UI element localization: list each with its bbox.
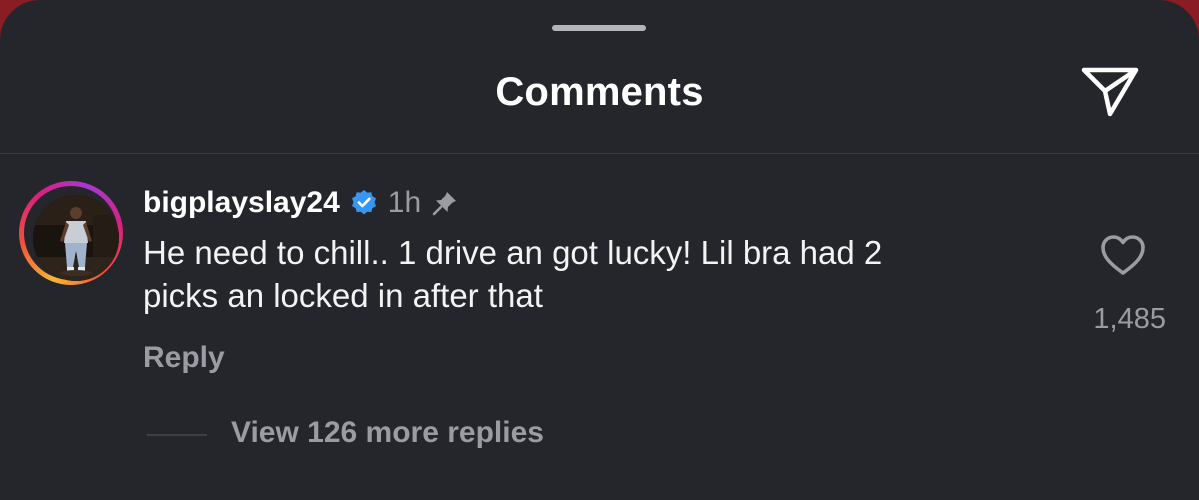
person-photo-icon [33,195,119,281]
like-button[interactable] [1099,233,1147,277]
share-button[interactable] [1078,64,1142,118]
verified-badge-icon [351,190,376,215]
avatar-image [33,195,119,281]
page-title: Comments [495,70,704,114]
paper-plane-icon [1081,67,1139,117]
heart-outline-icon [1101,235,1145,275]
comment-text: He need to chill.. 1 drive an got lucky!… [143,234,883,314]
reply-button[interactable]: Reply [143,341,225,375]
view-more-replies-button[interactable]: View 126 more replies [231,416,544,450]
replies-divider-line [147,434,207,436]
username[interactable]: bigplayslay24 [143,186,340,220]
sheet-grabber[interactable] [552,25,646,31]
comment-timestamp: 1h [387,186,422,219]
pin-icon [432,192,457,216]
comments-sheet: Comments bigplayslay24 1h He need to chi… [0,0,1199,500]
avatar[interactable] [19,181,123,285]
header-divider [0,153,1199,154]
like-count: 1,485 [1093,303,1166,335]
comment-header: bigplayslay24 1h [143,183,459,223]
